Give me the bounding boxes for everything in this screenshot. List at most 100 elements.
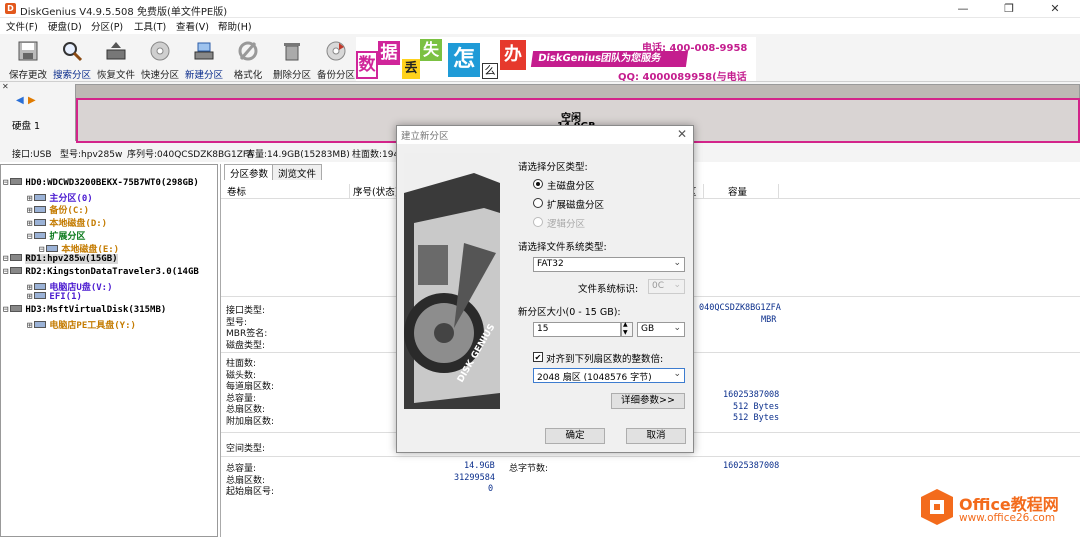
filesystem-select[interactable]: FAT32 ⌄ [533,257,685,272]
details-button[interactable]: 详细参数>> [611,393,685,409]
filesystem-type-label: 请选择文件系统类型: [518,242,607,253]
expand-toggle-icon[interactable]: ⊟ [3,305,8,315]
new-partition-button[interactable]: 新建分区 [184,38,224,81]
cancel-button[interactable]: 取消 [626,428,686,444]
menu-view[interactable]: 查看(V) [172,19,213,33]
partition-icon [34,219,47,227]
tree-item[interactable]: ⊞ 电脑店PE工具盘(Y:) [27,318,136,331]
menu-partition[interactable]: 分区(P) [87,19,127,33]
tree-item-label: RD1:hpv285w(15GB) [25,254,118,265]
detail-value: 31299584 [454,472,495,483]
delete-partition-button[interactable]: 删除分区 [272,38,312,81]
radio-icon [533,198,543,208]
column-volume-label[interactable]: 卷标 [227,184,246,198]
banner-char: 数 [356,51,378,79]
tree-item-label: 本地磁盘(D:) [49,219,108,230]
size-unit-select[interactable]: GB ⌄ [637,322,685,337]
restore-icon[interactable]: ❐ [986,0,1032,18]
spin-down-icon[interactable]: ▼ [623,329,628,336]
recover-files-button[interactable]: 恢复文件 [96,38,136,81]
separator [221,456,1080,457]
backup-disc-icon [326,41,346,61]
expand-toggle-icon[interactable]: ⊞ [27,292,32,302]
save-changes-button[interactable]: 保存更改 [8,38,48,81]
removable-disk-icon [10,254,23,262]
menu-help[interactable]: 帮助(H) [214,19,256,33]
expand-toggle-icon[interactable]: ⊞ [27,219,32,229]
partition-icon [34,206,47,214]
expand-toggle-icon[interactable]: ⊞ [27,194,32,204]
ad-banner[interactable]: 数 据 丢 失 怎 么 办 DiskGenius团队为您服务 电话: 400-0… [356,37,756,81]
filesystem-id-value: 0C [652,281,665,291]
format-label: 格式化 [233,70,263,81]
tree-item[interactable]: ⊞ 电脑店U盘(V:) [27,280,113,293]
expand-toggle-icon[interactable]: ⊟ [27,232,32,242]
filesystem-id-label: 文件系统标识: [578,284,639,295]
tree-item[interactable]: ⊟ 本地磁盘(E:) [39,242,120,255]
chevron-down-icon: ⌄ [673,280,681,290]
tree-item[interactable]: ⊞ 主分区(0) [27,191,93,204]
detail-label: 附加扇区数: [226,416,275,427]
detail-label: 起始扇区号: [226,487,275,497]
next-disk-icon[interactable]: ▶ [28,95,36,106]
partition-icon [34,292,47,300]
search-partition-button[interactable]: 搜索分区 [52,38,92,81]
banner-char: 怎 [448,43,480,77]
menu-file[interactable]: 文件(F) [2,19,42,33]
expand-toggle-icon[interactable]: ⊟ [3,178,8,188]
hard-drive-illustration-icon: DISK GENIUS [404,153,500,409]
tree-item-label: HD3:MsftVirtualDisk(315MB) [25,305,167,315]
spin-up-icon[interactable]: ▲ [623,321,628,328]
size-unit-value: GB [641,324,655,334]
partition-icon [34,193,47,201]
collapse-icon[interactable]: ✕ [2,82,9,91]
prev-disk-icon[interactable]: ◀ [16,95,24,106]
radio-icon [533,179,543,189]
menu-disk[interactable]: 硬盘(D) [44,19,86,33]
align-sectors-select[interactable]: 2048 扇区 (1048576 字节) ⌄ [533,368,685,383]
tree-item[interactable]: ⊞ EFI(1) [27,292,82,304]
tree-item[interactable]: ⊟ 扩展分区 [27,229,85,242]
quick-partition-button[interactable]: 快速分区 [140,38,180,81]
tab-browse-files[interactable]: 浏览文件 [272,164,323,180]
tree-item-label: 主分区(0) [49,193,93,204]
tree-item[interactable]: ⊞ 备份(C:) [27,203,89,216]
detail-label: 磁盘类型: [226,340,266,351]
tree-item[interactable]: ⊟ HD3:MsftVirtualDisk(315MB) [3,305,166,317]
trash-can-icon [284,43,300,61]
expand-toggle-icon[interactable]: ⊞ [27,321,32,331]
format-button[interactable]: 格式化 [228,38,268,81]
new-partition-dialog: 建立新分区 ✕ DISK GENIUS 请选择分区类型: 主磁盘分区 扩展磁盘分… [396,125,694,453]
tree-item-label: EFI(1) [49,292,82,303]
column-capacity[interactable]: 容量 [703,184,779,198]
tab-partition-params[interactable]: 分区参数 [224,164,275,180]
banner-qq: QQ: 4000089958(与电话同号) [618,72,747,81]
tree-item[interactable]: ⊟ HD0:WDCWD3200BEKX-75B7WT0(298GB) [3,178,199,190]
expand-toggle-icon[interactable]: ⊟ [39,245,44,255]
expand-toggle-icon[interactable]: ⊞ [27,283,32,293]
partition-size-label: 新分区大小(0 - 15 GB): [518,307,621,318]
minimize-icon[interactable]: — [940,0,986,18]
removable-disk-icon [10,266,23,274]
tree-item-label: 本地磁盘(E:) [61,244,120,255]
banner-phone: 电话: 400-008-9958 [642,43,748,54]
tree-item[interactable]: ⊟ RD2:KingstonDataTraveler3.0(14GB [3,266,199,279]
expand-toggle-icon[interactable]: ⊟ [3,254,8,264]
new-partition-label: 新建分区 [184,70,223,81]
tree-item[interactable]: ⊟ RD1:hpv285w(15GB) [3,254,118,266]
office-logo-icon [921,489,953,525]
column-index-status[interactable]: 序号(状态) [349,184,398,198]
watermark: Office教程网 www.office26.com [919,485,1080,537]
close-icon[interactable]: ✕ [1032,0,1078,18]
dialog-close-icon[interactable]: ✕ [677,127,687,141]
magnifier-icon [63,42,83,62]
ok-button[interactable]: 确定 [545,428,605,444]
checkbox-checked-icon: ✔ [533,352,543,362]
expand-toggle-icon[interactable]: ⊞ [27,206,32,216]
expand-toggle-icon[interactable]: ⊟ [3,267,8,277]
tree-item[interactable]: ⊞ 本地磁盘(D:) [27,216,108,230]
size-spinner[interactable]: ▲ ▼ [621,321,633,337]
partition-size-input[interactable]: 15 [533,322,621,337]
menu-tools[interactable]: 工具(T) [130,19,170,33]
backup-partition-button[interactable]: 备份分区 [316,38,356,81]
